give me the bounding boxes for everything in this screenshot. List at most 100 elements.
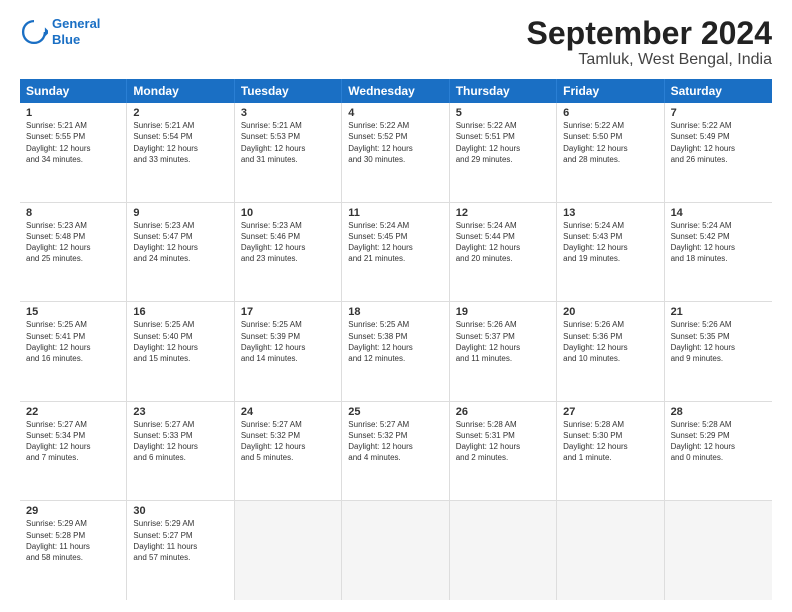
calendar-cell: 14Sunrise: 5:24 AM Sunset: 5:42 PM Dayli… xyxy=(665,203,772,302)
day-number: 29 xyxy=(26,505,120,517)
day-number: 16 xyxy=(133,306,227,318)
day-number: 26 xyxy=(456,406,550,418)
calendar-cell: 15Sunrise: 5:25 AM Sunset: 5:41 PM Dayli… xyxy=(20,302,127,401)
day-info: Sunrise: 5:23 AM Sunset: 5:48 PM Dayligh… xyxy=(26,220,120,265)
day-info: Sunrise: 5:22 AM Sunset: 5:51 PM Dayligh… xyxy=(456,120,550,165)
calendar-cell: 19Sunrise: 5:26 AM Sunset: 5:37 PM Dayli… xyxy=(450,302,557,401)
day-info: Sunrise: 5:24 AM Sunset: 5:45 PM Dayligh… xyxy=(348,220,442,265)
header-day-wednesday: Wednesday xyxy=(342,79,449,103)
day-info: Sunrise: 5:24 AM Sunset: 5:42 PM Dayligh… xyxy=(671,220,766,265)
day-info: Sunrise: 5:26 AM Sunset: 5:36 PM Dayligh… xyxy=(563,319,657,364)
calendar-cell: 25Sunrise: 5:27 AM Sunset: 5:32 PM Dayli… xyxy=(342,402,449,501)
header-day-monday: Monday xyxy=(127,79,234,103)
day-info: Sunrise: 5:25 AM Sunset: 5:40 PM Dayligh… xyxy=(133,319,227,364)
day-number: 21 xyxy=(671,306,766,318)
day-number: 17 xyxy=(241,306,335,318)
day-info: Sunrise: 5:27 AM Sunset: 5:34 PM Dayligh… xyxy=(26,419,120,464)
day-number: 3 xyxy=(241,107,335,119)
logo: General Blue xyxy=(20,16,100,47)
calendar-cell: 9Sunrise: 5:23 AM Sunset: 5:47 PM Daylig… xyxy=(127,203,234,302)
logo-icon xyxy=(20,18,48,46)
calendar-body: 1Sunrise: 5:21 AM Sunset: 5:55 PM Daylig… xyxy=(20,103,772,600)
day-info: Sunrise: 5:25 AM Sunset: 5:38 PM Dayligh… xyxy=(348,319,442,364)
calendar-cell: 23Sunrise: 5:27 AM Sunset: 5:33 PM Dayli… xyxy=(127,402,234,501)
day-number: 20 xyxy=(563,306,657,318)
calendar-cell: 16Sunrise: 5:25 AM Sunset: 5:40 PM Dayli… xyxy=(127,302,234,401)
day-number: 14 xyxy=(671,207,766,219)
day-info: Sunrise: 5:22 AM Sunset: 5:49 PM Dayligh… xyxy=(671,120,766,165)
logo-line2: Blue xyxy=(52,32,80,47)
day-info: Sunrise: 5:29 AM Sunset: 5:27 PM Dayligh… xyxy=(133,518,227,563)
calendar-cell: 2Sunrise: 5:21 AM Sunset: 5:54 PM Daylig… xyxy=(127,103,234,202)
calendar-cell xyxy=(557,501,664,600)
calendar-cell: 18Sunrise: 5:25 AM Sunset: 5:38 PM Dayli… xyxy=(342,302,449,401)
calendar: SundayMondayTuesdayWednesdayThursdayFrid… xyxy=(20,79,772,600)
logo-line1: General xyxy=(52,16,100,31)
day-number: 15 xyxy=(26,306,120,318)
calendar-cell: 13Sunrise: 5:24 AM Sunset: 5:43 PM Dayli… xyxy=(557,203,664,302)
day-info: Sunrise: 5:28 AM Sunset: 5:31 PM Dayligh… xyxy=(456,419,550,464)
day-number: 6 xyxy=(563,107,657,119)
day-number: 9 xyxy=(133,207,227,219)
calendar-cell: 4Sunrise: 5:22 AM Sunset: 5:52 PM Daylig… xyxy=(342,103,449,202)
day-info: Sunrise: 5:28 AM Sunset: 5:29 PM Dayligh… xyxy=(671,419,766,464)
day-info: Sunrise: 5:27 AM Sunset: 5:33 PM Dayligh… xyxy=(133,419,227,464)
day-number: 5 xyxy=(456,107,550,119)
day-info: Sunrise: 5:27 AM Sunset: 5:32 PM Dayligh… xyxy=(348,419,442,464)
day-number: 12 xyxy=(456,207,550,219)
calendar-header: SundayMondayTuesdayWednesdayThursdayFrid… xyxy=(20,79,772,103)
calendar-row: 8Sunrise: 5:23 AM Sunset: 5:48 PM Daylig… xyxy=(20,203,772,303)
calendar-cell: 8Sunrise: 5:23 AM Sunset: 5:48 PM Daylig… xyxy=(20,203,127,302)
day-info: Sunrise: 5:27 AM Sunset: 5:32 PM Dayligh… xyxy=(241,419,335,464)
day-info: Sunrise: 5:23 AM Sunset: 5:47 PM Dayligh… xyxy=(133,220,227,265)
calendar-cell: 5Sunrise: 5:22 AM Sunset: 5:51 PM Daylig… xyxy=(450,103,557,202)
day-number: 23 xyxy=(133,406,227,418)
day-info: Sunrise: 5:21 AM Sunset: 5:54 PM Dayligh… xyxy=(133,120,227,165)
calendar-cell xyxy=(450,501,557,600)
title-block: September 2024 Tamluk, West Bengal, Indi… xyxy=(527,16,772,69)
day-number: 18 xyxy=(348,306,442,318)
calendar-cell xyxy=(665,501,772,600)
day-number: 10 xyxy=(241,207,335,219)
calendar-cell: 28Sunrise: 5:28 AM Sunset: 5:29 PM Dayli… xyxy=(665,402,772,501)
day-info: Sunrise: 5:24 AM Sunset: 5:44 PM Dayligh… xyxy=(456,220,550,265)
logo-text: General Blue xyxy=(52,16,100,47)
header-day-saturday: Saturday xyxy=(665,79,772,103)
day-number: 11 xyxy=(348,207,442,219)
header: General Blue September 2024 Tamluk, West… xyxy=(20,16,772,69)
day-info: Sunrise: 5:24 AM Sunset: 5:43 PM Dayligh… xyxy=(563,220,657,265)
day-info: Sunrise: 5:26 AM Sunset: 5:37 PM Dayligh… xyxy=(456,319,550,364)
day-number: 8 xyxy=(26,207,120,219)
header-day-thursday: Thursday xyxy=(450,79,557,103)
day-info: Sunrise: 5:21 AM Sunset: 5:53 PM Dayligh… xyxy=(241,120,335,165)
header-day-friday: Friday xyxy=(557,79,664,103)
day-info: Sunrise: 5:26 AM Sunset: 5:35 PM Dayligh… xyxy=(671,319,766,364)
day-info: Sunrise: 5:25 AM Sunset: 5:41 PM Dayligh… xyxy=(26,319,120,364)
calendar-page: General Blue September 2024 Tamluk, West… xyxy=(0,0,792,612)
calendar-cell: 26Sunrise: 5:28 AM Sunset: 5:31 PM Dayli… xyxy=(450,402,557,501)
calendar-cell: 20Sunrise: 5:26 AM Sunset: 5:36 PM Dayli… xyxy=(557,302,664,401)
day-number: 30 xyxy=(133,505,227,517)
day-number: 24 xyxy=(241,406,335,418)
month-title: September 2024 xyxy=(527,16,772,51)
day-info: Sunrise: 5:22 AM Sunset: 5:52 PM Dayligh… xyxy=(348,120,442,165)
calendar-cell: 17Sunrise: 5:25 AM Sunset: 5:39 PM Dayli… xyxy=(235,302,342,401)
day-number: 13 xyxy=(563,207,657,219)
day-number: 1 xyxy=(26,107,120,119)
day-number: 22 xyxy=(26,406,120,418)
calendar-cell: 11Sunrise: 5:24 AM Sunset: 5:45 PM Dayli… xyxy=(342,203,449,302)
calendar-row: 1Sunrise: 5:21 AM Sunset: 5:55 PM Daylig… xyxy=(20,103,772,203)
day-info: Sunrise: 5:23 AM Sunset: 5:46 PM Dayligh… xyxy=(241,220,335,265)
day-number: 2 xyxy=(133,107,227,119)
day-number: 27 xyxy=(563,406,657,418)
calendar-cell: 6Sunrise: 5:22 AM Sunset: 5:50 PM Daylig… xyxy=(557,103,664,202)
calendar-cell: 21Sunrise: 5:26 AM Sunset: 5:35 PM Dayli… xyxy=(665,302,772,401)
day-info: Sunrise: 5:28 AM Sunset: 5:30 PM Dayligh… xyxy=(563,419,657,464)
location: Tamluk, West Bengal, India xyxy=(527,51,772,69)
calendar-cell: 3Sunrise: 5:21 AM Sunset: 5:53 PM Daylig… xyxy=(235,103,342,202)
header-day-tuesday: Tuesday xyxy=(235,79,342,103)
day-info: Sunrise: 5:21 AM Sunset: 5:55 PM Dayligh… xyxy=(26,120,120,165)
calendar-cell: 27Sunrise: 5:28 AM Sunset: 5:30 PM Dayli… xyxy=(557,402,664,501)
calendar-row: 29Sunrise: 5:29 AM Sunset: 5:28 PM Dayli… xyxy=(20,501,772,600)
calendar-row: 15Sunrise: 5:25 AM Sunset: 5:41 PM Dayli… xyxy=(20,302,772,402)
